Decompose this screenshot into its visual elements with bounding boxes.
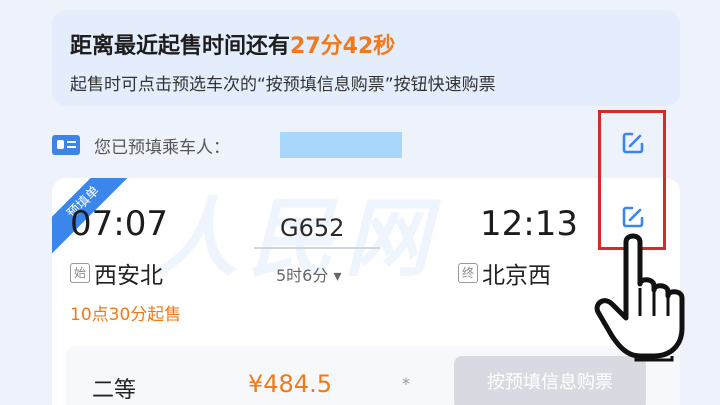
highlight-annotation-box [598,110,666,250]
depart-time: 07:07 [70,204,168,244]
id-card-icon [52,135,80,155]
sale-start-time: 10点30分起售 [70,305,182,325]
notice-hint: 起售时可点击预选车次的“按预填信息购票”按钮快速购票 [70,75,496,95]
countdown-notice: 距离最近起售时间还有27分42秒 起售时可点击预选车次的“按预填信息购票”按钮快… [52,10,680,106]
passenger-name-redacted [280,132,402,158]
origin-name: 西安北 [94,263,163,289]
arrive-time: 12:13 [480,204,578,244]
seat-class: 二等 [92,378,137,403]
destination-station: 终 北京西 [458,256,551,290]
origin-tag: 始 [70,263,90,283]
seat-price: ¥484.5 [248,370,332,398]
train-number: G652 [280,214,345,242]
countdown-title: 距离最近起售时间还有27分42秒 [70,34,396,59]
prefilled-passenger-row: 您已预填乘车人： [52,128,680,164]
destination-name: 北京西 [482,263,551,289]
origin-station: 始 西安北 [70,256,163,290]
countdown-value: 27分42秒 [290,34,396,59]
passenger-label: 您已预填乘车人： [94,138,230,158]
trip-duration[interactable]: 5时6分 ▾ [276,262,341,286]
terminal-tag: 终 [458,263,478,283]
buy-with-prefill-button[interactable]: 按预填信息购票 [454,356,646,405]
pointer-hand-icon [594,233,685,362]
train-route-line [254,247,380,249]
seat-availability-mark: * [402,374,410,393]
